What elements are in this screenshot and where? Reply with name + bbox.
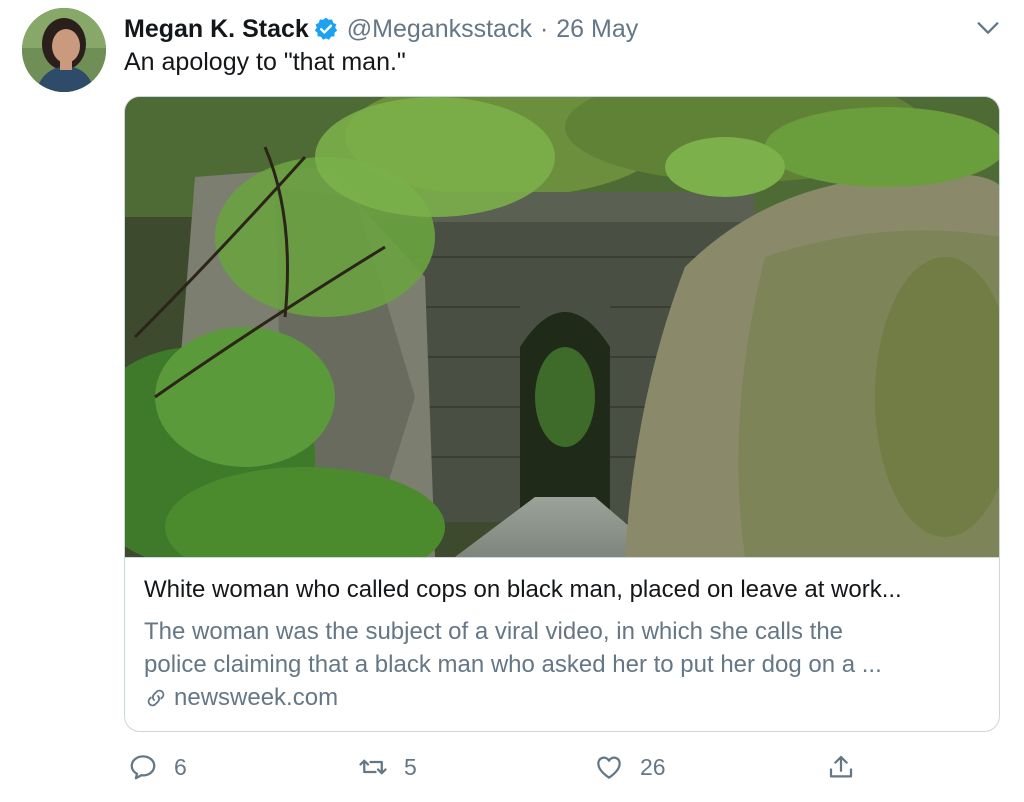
reply-count: 6 (174, 753, 187, 780)
like-button[interactable]: 26 (594, 752, 666, 782)
chevron-down-icon[interactable] (974, 14, 1002, 42)
card-description: The woman was the subject of a viral vid… (144, 615, 984, 681)
card-image (125, 97, 999, 557)
avatar-image (22, 8, 106, 92)
tweet-date[interactable]: 26 May (556, 15, 638, 44)
link-preview-card[interactable]: White woman who called cops on black man… (124, 96, 1000, 732)
retweet-icon (359, 759, 387, 775)
reply-button[interactable]: 6 (128, 752, 187, 782)
tweet-header: Megan K. Stack @Meganksstack · 26 May (124, 12, 638, 46)
like-count: 26 (640, 753, 666, 780)
share-icon (829, 755, 853, 778)
card-body: White woman who called cops on black man… (125, 557, 999, 731)
card-title: White woman who called cops on black man… (144, 576, 902, 603)
retweet-count: 5 (404, 753, 417, 780)
tweet-text: An apology to "that man." (124, 48, 406, 76)
like-icon (597, 756, 621, 779)
retweet-button[interactable]: 5 (358, 752, 417, 782)
author-name[interactable]: Megan K. Stack (124, 15, 309, 44)
card-description-line: police claiming that a black man who ask… (144, 651, 882, 678)
author-handle[interactable]: @Meganksstack (347, 15, 532, 44)
reply-icon (130, 755, 156, 780)
tweet-actions: 6 5 26 (0, 752, 1024, 786)
card-domain: newsweek.com (144, 684, 338, 712)
link-icon (147, 689, 165, 707)
card-domain-text: newsweek.com (174, 684, 339, 711)
share-button[interactable] (826, 752, 872, 782)
separator-dot: · (539, 14, 549, 43)
verified-badge-icon (314, 17, 337, 40)
card-description-line: The woman was the subject of a viral vid… (144, 618, 844, 645)
author-avatar[interactable] (22, 8, 106, 92)
